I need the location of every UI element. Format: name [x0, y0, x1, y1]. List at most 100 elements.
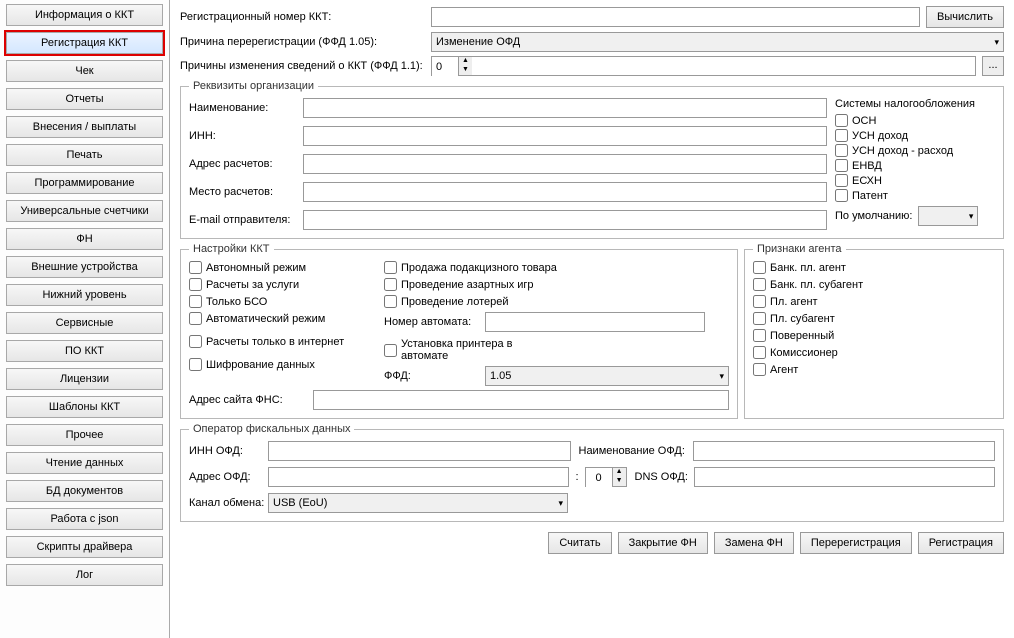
ofd-inn-input[interactable] [268, 441, 571, 461]
sidebar-item-reports[interactable]: Отчеты [6, 88, 163, 110]
chk-excise[interactable]: Продажа подакцизного товара [384, 261, 729, 274]
machine-num-label: Номер автомата: [384, 316, 479, 328]
sidebar-item-read-data[interactable]: Чтение данных [6, 452, 163, 474]
ofd-channel-label: Канал обмена: [189, 497, 264, 509]
sidebar-item-registration-kkt[interactable]: Регистрация ККТ [6, 32, 163, 54]
sidebar-item-fn[interactable]: ФН [6, 228, 163, 250]
tax-default-combo[interactable] [918, 206, 978, 226]
chk-auto-mode[interactable]: Автоматический режим [189, 312, 354, 325]
reg-num-input[interactable] [431, 7, 920, 27]
ofd-dns-label: DNS ОФД: [635, 471, 690, 483]
sidebar-item-low-level[interactable]: Нижний уровень [6, 284, 163, 306]
ofd-dns-input[interactable] [694, 467, 995, 487]
chk-autonomous[interactable]: Автономный режим [189, 261, 354, 274]
reasons-spin-arrows[interactable]: ▲▼ [458, 57, 472, 75]
tax-envd[interactable]: ЕНВД [835, 159, 995, 172]
colon-sep: : [573, 471, 580, 483]
agent-attorney[interactable]: Поверенный [753, 329, 995, 342]
ofd-inn-label: ИНН ОФД: [189, 445, 264, 457]
fns-input[interactable] [313, 390, 729, 410]
sidebar-item-programming[interactable]: Программирование [6, 172, 163, 194]
agent-commissioner[interactable]: Комиссионер [753, 346, 995, 359]
agent-bank-agent[interactable]: Банк. пл. агент [753, 261, 995, 274]
reasons-more-button[interactable]: ... [982, 56, 1004, 76]
rereg-button[interactable]: Перерегистрация [800, 532, 912, 554]
org-legend: Реквизиты организации [189, 80, 318, 92]
ffd-label: ФФД: [384, 370, 479, 382]
org-email-input[interactable] [303, 210, 827, 230]
reg-num-label: Регистрационный номер ККТ: [180, 11, 425, 23]
tax-patent[interactable]: Патент [835, 189, 995, 202]
chk-services[interactable]: Расчеты за услуги [189, 278, 354, 291]
sidebar-item-scripts[interactable]: Скрипты драйвера [6, 536, 163, 558]
sidebar-item-po-kkt[interactable]: ПО ККТ [6, 340, 163, 362]
rereg-reason-label: Причина перерегистрации (ФФД 1.05): [180, 36, 425, 48]
tax-eshn[interactable]: ЕСХН [835, 174, 995, 187]
rereg-reason-value: Изменение ОФД [436, 36, 520, 48]
ffd-combo[interactable]: 1.05 [485, 366, 729, 386]
sidebar-item-other[interactable]: Прочее [6, 424, 163, 446]
ofd-name-input[interactable] [693, 441, 996, 461]
org-inn-label: ИНН: [189, 130, 297, 142]
org-addr-input[interactable] [303, 154, 827, 174]
replace-fn-button[interactable]: Замена ФН [714, 532, 794, 554]
ofd-addr-input[interactable] [268, 467, 569, 487]
ofd-port-arrows[interactable]: ▲▼ [612, 468, 626, 486]
ofd-name-label: Наименование ОФД: [579, 445, 689, 457]
tax-title: Системы налогообложения [835, 98, 995, 110]
reg-button[interactable]: Регистрация [918, 532, 1004, 554]
org-inn-input[interactable] [303, 126, 827, 146]
org-email-label: E-mail отправителя: [189, 214, 297, 226]
chk-internet-only[interactable]: Расчеты только в интернет [189, 335, 354, 348]
kkt-settings-fieldset: Настройки ККТ Автономный режим Расчеты з… [180, 243, 738, 419]
chk-bso[interactable]: Только БСО [189, 295, 354, 308]
read-button[interactable]: Считать [548, 532, 611, 554]
calc-button[interactable]: Вычислить [926, 6, 1004, 28]
sidebar-item-ext-devices[interactable]: Внешние устройства [6, 256, 163, 278]
agent-pay-subagent[interactable]: Пл. субагент [753, 312, 995, 325]
ofd-channel-combo[interactable]: USB (EoU) [268, 493, 568, 513]
ofd-port-input[interactable] [586, 468, 612, 488]
kkt-settings-legend: Настройки ККТ [189, 243, 274, 255]
chk-printer-install[interactable]: Установка принтера в автомате [384, 338, 729, 362]
sidebar-item-json[interactable]: Работа с json [6, 508, 163, 530]
tax-usn-income[interactable]: УСН доход [835, 129, 995, 142]
reasons-spin-input[interactable] [432, 57, 458, 77]
sidebar-item-log[interactable]: Лог [6, 564, 163, 586]
machine-num-input[interactable] [485, 312, 705, 332]
sidebar-item-db-docs[interactable]: БД документов [6, 480, 163, 502]
chk-lottery[interactable]: Проведение лотерей [384, 295, 729, 308]
close-fn-button[interactable]: Закрытие ФН [618, 532, 708, 554]
sidebar-item-print[interactable]: Печать [6, 144, 163, 166]
chk-encrypt[interactable]: Шифрование данных [189, 358, 354, 371]
sidebar: Информация о ККТ Регистрация ККТ Чек Отч… [0, 0, 170, 638]
agent-pay-agent[interactable]: Пл. агент [753, 295, 995, 308]
org-name-input[interactable] [303, 98, 827, 118]
org-place-label: Место расчетов: [189, 186, 297, 198]
chk-gambling[interactable]: Проведение азартных игр [384, 278, 729, 291]
reasons-label: Причины изменения сведений о ККТ (ФФД 1.… [180, 60, 425, 72]
sidebar-item-counters[interactable]: Универсальные счетчики [6, 200, 163, 222]
sidebar-item-templates[interactable]: Шаблоны ККТ [6, 396, 163, 418]
agent-agent[interactable]: Агент [753, 363, 995, 376]
sidebar-item-service[interactable]: Сервисные [6, 312, 163, 334]
ofd-legend: Оператор фискальных данных [189, 423, 354, 435]
tax-usn-income-expense[interactable]: УСН доход - расход [835, 144, 995, 157]
agent-legend: Признаки агента [753, 243, 846, 255]
org-place-input[interactable] [303, 182, 827, 202]
ofd-addr-label: Адрес ОФД: [189, 471, 264, 483]
sidebar-item-deposits[interactable]: Внесения / выплаты [6, 116, 163, 138]
org-name-label: Наименование: [189, 102, 297, 114]
tax-default-label: По умолчанию: [835, 210, 912, 222]
fns-label: Адрес сайта ФНС: [189, 394, 309, 406]
sidebar-item-licenses[interactable]: Лицензии [6, 368, 163, 390]
org-fieldset: Реквизиты организации Наименование: ИНН:… [180, 80, 1004, 239]
agent-bank-subagent[interactable]: Банк. пл. субагент [753, 278, 995, 291]
ofd-fieldset: Оператор фискальных данных ИНН ОФД: Наим… [180, 423, 1004, 522]
org-addr-label: Адрес расчетов: [189, 158, 297, 170]
sidebar-item-check[interactable]: Чек [6, 60, 163, 82]
tax-osn[interactable]: ОСН [835, 114, 995, 127]
rereg-reason-combo[interactable]: Изменение ОФД [431, 32, 1004, 52]
sidebar-item-info-kkt[interactable]: Информация о ККТ [6, 4, 163, 26]
main-panel: Регистрационный номер ККТ: Вычислить При… [170, 0, 1014, 638]
